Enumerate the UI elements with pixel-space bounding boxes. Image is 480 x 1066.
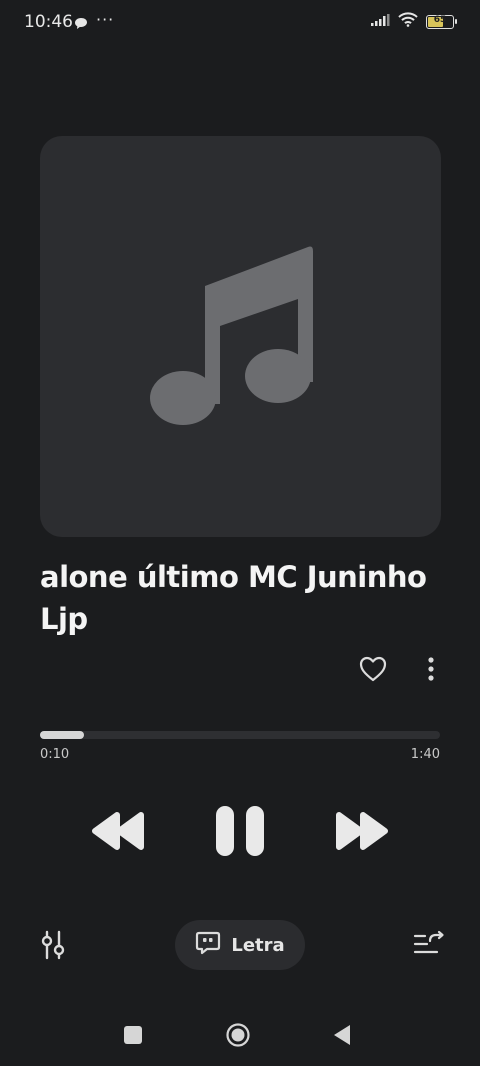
chat-notification-icon <box>74 15 88 34</box>
back-icon[interactable] <box>331 1023 353 1047</box>
heart-icon[interactable] <box>356 652 390 686</box>
lyrics-quote-icon <box>195 930 221 960</box>
seek-bar-fill <box>40 731 84 739</box>
fast-forward-icon[interactable] <box>332 808 392 854</box>
pause-icon[interactable] <box>212 802 268 860</box>
wifi-icon <box>398 12 418 31</box>
equalizer-icon[interactable] <box>38 928 68 962</box>
rewind-icon[interactable] <box>88 808 148 854</box>
status-time: 10:46 <box>24 12 73 32</box>
home-icon[interactable] <box>225 1022 251 1048</box>
more-notifications-icon: ··· <box>96 10 115 29</box>
recent-apps-icon[interactable] <box>122 1024 144 1046</box>
battery-icon: 65 <box>426 14 457 29</box>
lyrics-button[interactable]: Letra <box>175 920 305 970</box>
seek-bar[interactable] <box>40 731 440 739</box>
queue-repeat-icon[interactable] <box>412 928 446 960</box>
signal-icon <box>370 12 390 31</box>
elapsed-time: 0:10 <box>40 747 70 762</box>
lyrics-label: Letra <box>231 934 285 956</box>
album-artwork <box>40 136 441 537</box>
status-bar: 10:46 ··· 65 <box>0 0 480 44</box>
battery-percent: 65 <box>433 14 447 25</box>
status-indicators: 65 <box>370 12 457 31</box>
music-note-icon <box>150 246 313 425</box>
song-title: alone último MC Juninho Ljp <box>40 560 427 636</box>
total-time: 1:40 <box>410 747 440 762</box>
more-vertical-icon[interactable] <box>418 652 444 686</box>
